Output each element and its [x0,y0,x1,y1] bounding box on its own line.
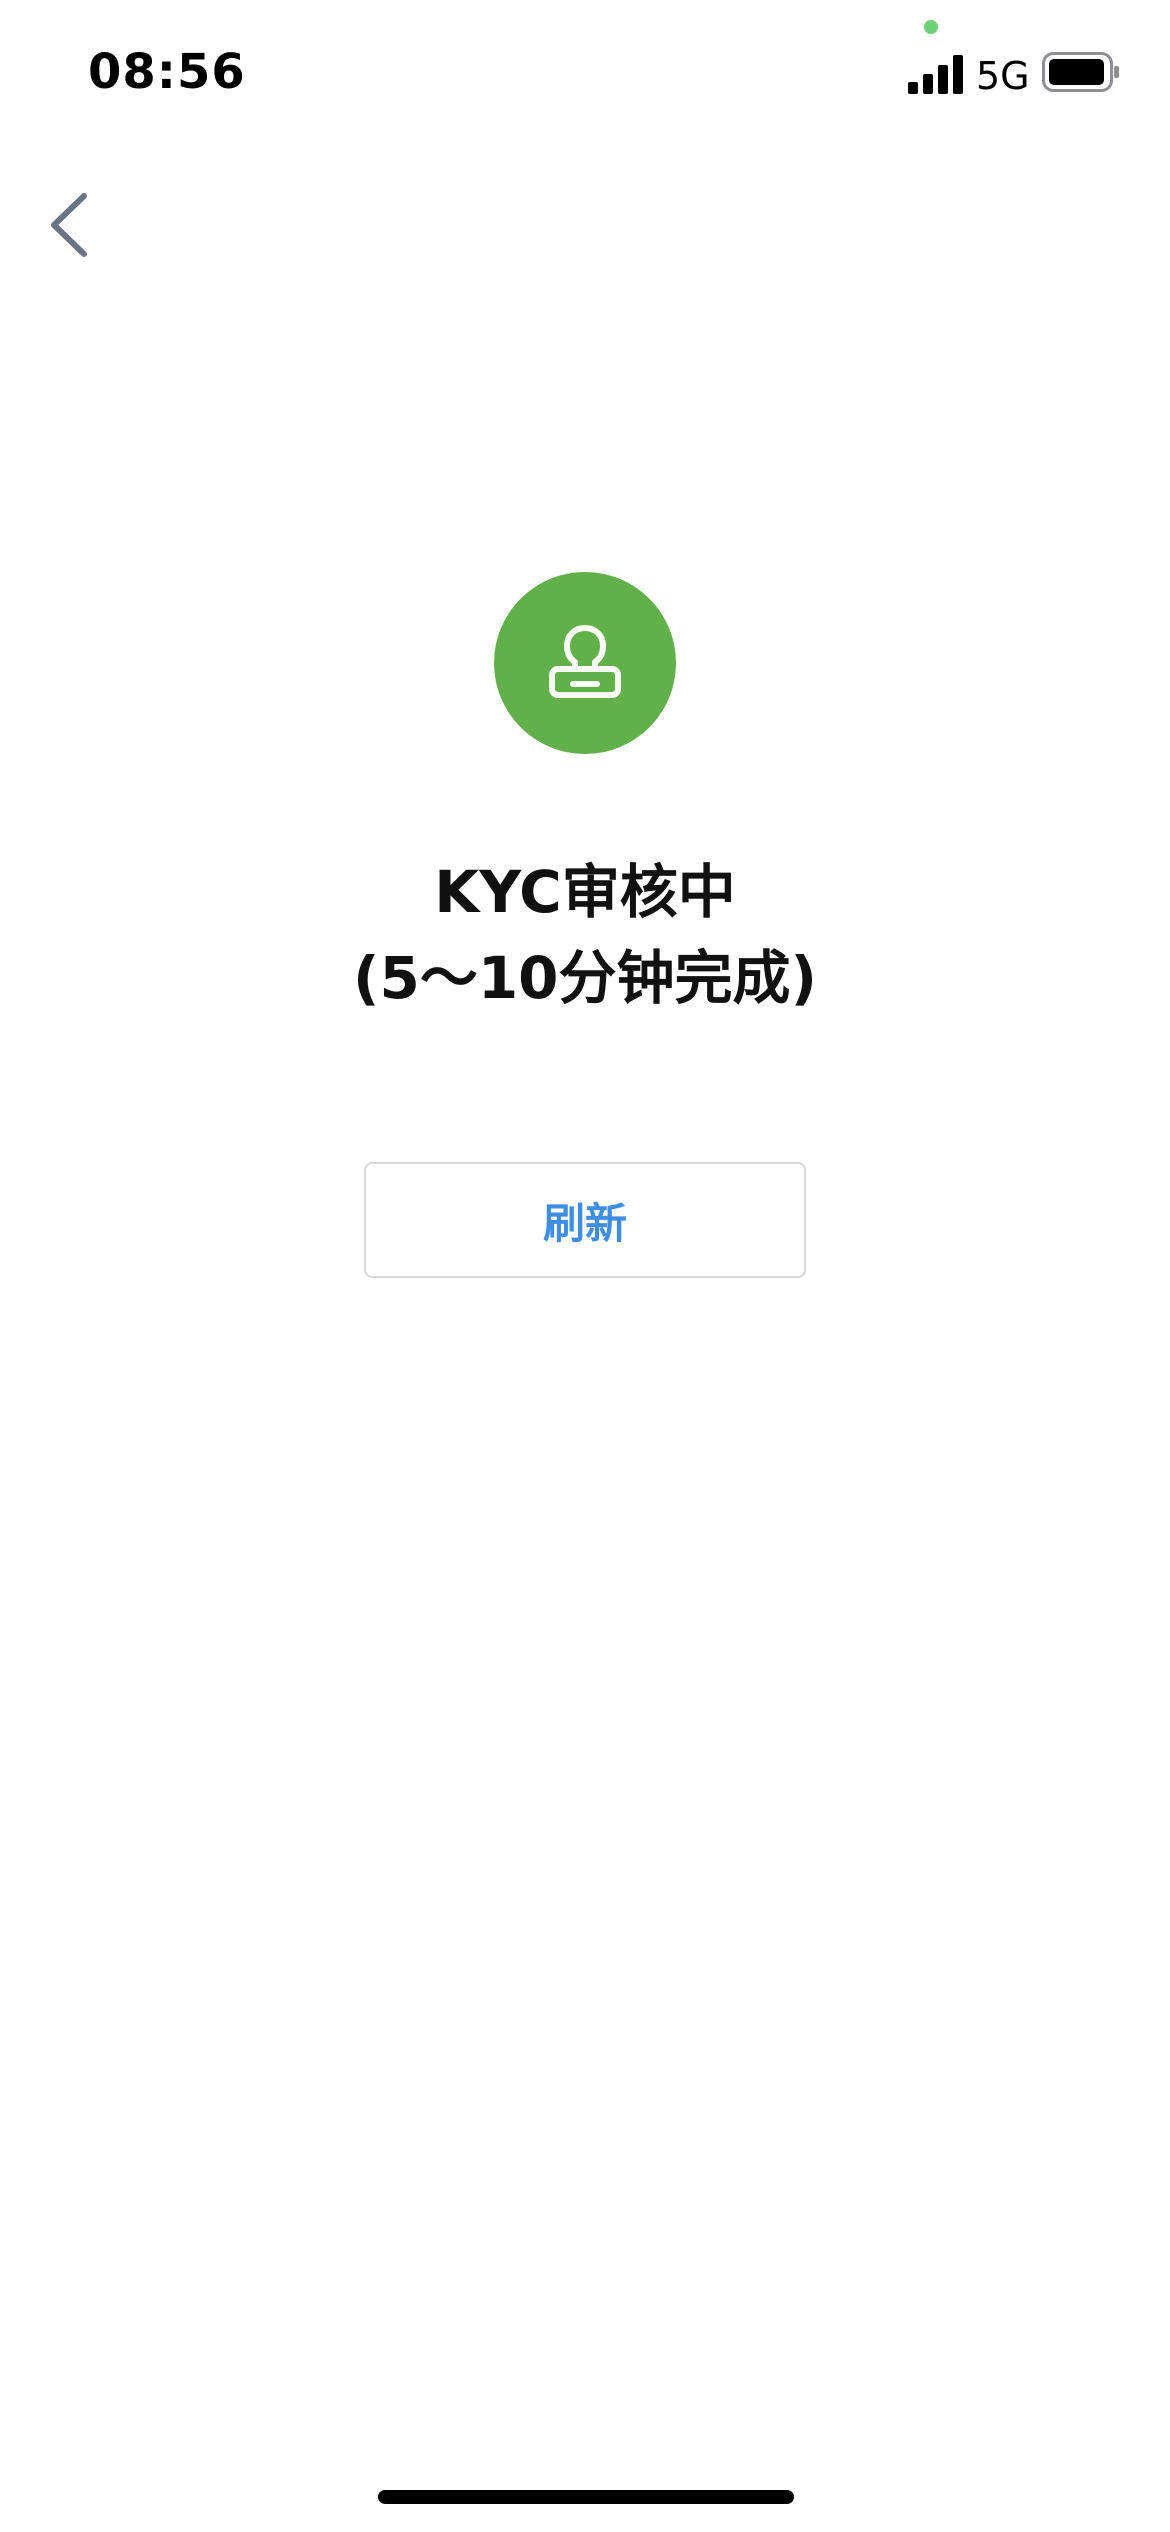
chevron-left-icon [51,193,87,257]
battery-icon [1042,52,1119,92]
refresh-button[interactable]: 刷新 [364,1162,806,1278]
status-bar: 08:56 5G [0,0,1170,140]
status-time: 08:56 [88,44,246,100]
home-indicator[interactable] [378,2490,794,2504]
network-type-label: 5G [976,54,1030,98]
kyc-status-screen: 08:56 5G KYC审核中 (5～10分钟完成) 刷新 [0,0,1170,2532]
privacy-indicator-dot [924,20,938,34]
back-button[interactable] [30,180,110,270]
status-subtitle: (5～10分钟完成) [352,944,818,1012]
signal-bars-icon [908,55,963,94]
status-icon-circle [494,572,676,754]
status-title: KYC审核中 [434,858,736,926]
stamp-icon [549,625,621,698]
